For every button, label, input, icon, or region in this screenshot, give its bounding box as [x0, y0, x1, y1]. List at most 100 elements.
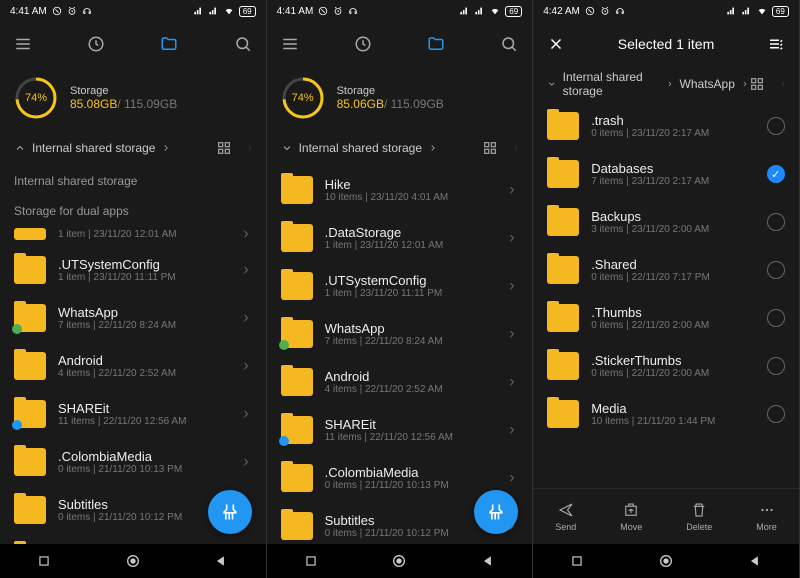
item-subtitle: 1 item | 23/11/20 12:01 AM [325, 240, 495, 251]
clean-fab[interactable] [208, 490, 252, 534]
list-item[interactable]: Android4 items | 22/11/20 2:52 AM [267, 358, 533, 406]
more-icon[interactable] [781, 76, 785, 92]
item-title: .trash [591, 113, 755, 128]
select-radio[interactable] [767, 117, 785, 135]
list-item[interactable]: .UTSystemConfig1 item | 23/11/20 11:11 P… [267, 262, 533, 310]
list-item[interactable]: WhatsApp7 items | 22/11/20 8:24 AM [0, 294, 266, 342]
nav-recent[interactable] [291, 549, 331, 573]
list-item[interactable]: Hike10 items | 23/11/20 4:01 AM [267, 166, 533, 214]
pane-1: 4:41 AM 69 74% Storage 85.08GB/ 115.09GB [0, 0, 267, 578]
list-item[interactable]: .Thumbs0 items | 22/11/20 2:00 AM [533, 294, 799, 342]
folder-icon [14, 228, 46, 240]
folder-icon [281, 224, 313, 252]
folder-icon [281, 416, 313, 444]
recent-tab-icon[interactable] [354, 35, 372, 53]
select-radio[interactable] [767, 405, 785, 423]
item-title: SHAREit [325, 417, 495, 432]
send-button[interactable]: Send [555, 501, 576, 532]
chevron-up-icon [14, 142, 26, 154]
files-tab-icon[interactable] [160, 35, 178, 53]
grid-view-icon[interactable] [216, 140, 232, 156]
navbar [267, 544, 533, 578]
nav-recent[interactable] [557, 549, 597, 573]
storage-total: / 115.09GB [384, 97, 444, 111]
menu-icon[interactable] [281, 35, 299, 53]
status-bar: 4:41 AM 69 [267, 0, 533, 22]
list-item[interactable]: .DataStorage1 item | 23/11/20 12:01 AM [267, 214, 533, 262]
chevron-right-icon [506, 280, 518, 292]
breadcrumb[interactable]: Internal shared storage [267, 130, 533, 166]
list-item[interactable]: .trash0 items | 23/11/20 2:17 AM [533, 102, 799, 150]
move-button[interactable]: Move [620, 501, 642, 532]
more-icon[interactable] [514, 140, 518, 156]
list-item[interactable]: Media10 items | 21/11/20 1:44 PM [533, 390, 799, 438]
select-radio[interactable] [767, 261, 785, 279]
item-title: .Thumbs [591, 305, 755, 320]
nav-home[interactable] [379, 549, 419, 573]
close-icon[interactable] [547, 35, 565, 53]
grid-view-icon[interactable] [482, 140, 498, 156]
item-subtitle: 0 items | 22/11/20 2:00 AM [591, 320, 755, 331]
list-item[interactable]: SHAREit11 items | 22/11/20 12:56 AM [267, 406, 533, 454]
list-item[interactable]: .ColombiaMedia0 items | 21/11/20 10:13 P… [0, 438, 266, 486]
list-item[interactable]: DCIM9 items | 21/11/20 1:29 PM [0, 534, 266, 544]
list-item[interactable]: Databases7 items | 23/11/20 2:17 AM [533, 150, 799, 198]
file-list-2[interactable]: Hike10 items | 23/11/20 4:01 AM.DataStor… [267, 166, 533, 544]
list-item[interactable]: .UTSystemConfig1 item | 23/11/20 11:11 P… [0, 246, 266, 294]
recent-tab-icon[interactable] [87, 35, 105, 53]
chevron-right-icon [428, 143, 438, 153]
delete-button[interactable]: Delete [686, 501, 712, 532]
clean-fab[interactable] [474, 490, 518, 534]
list-item[interactable]: 1 item | 23/11/20 12:01 AM [0, 226, 266, 246]
folder-icon [14, 400, 46, 428]
storage-label: Storage [337, 85, 444, 97]
nav-back[interactable] [735, 549, 775, 573]
grid-view-icon[interactable] [749, 76, 765, 92]
breadcrumb[interactable]: Internal shared storage [0, 130, 266, 166]
select-radio[interactable] [767, 165, 785, 183]
folder-icon [14, 304, 46, 332]
list-item[interactable]: Backups3 items | 23/11/20 2:00 AM [533, 198, 799, 246]
list-item[interactable]: .StickerThumbs0 items | 22/11/20 2:00 AM [533, 342, 799, 390]
nav-back[interactable] [201, 549, 241, 573]
pane-3: 4:42 AM 69 Selected 1 item Internal shar… [533, 0, 800, 578]
status-time: 4:41 AM [277, 6, 314, 17]
search-icon[interactable] [500, 35, 518, 53]
storage-card[interactable]: 74% Storage 85.08GB/ 115.09GB [0, 66, 266, 130]
breadcrumb[interactable]: Internal shared storage WhatsApp [533, 66, 799, 102]
folder-icon [281, 176, 313, 204]
chevron-right-icon [240, 228, 252, 240]
files-tab-icon[interactable] [427, 35, 445, 53]
battery-level: 69 [772, 6, 789, 17]
nav-recent[interactable] [24, 549, 64, 573]
more-button[interactable]: More [756, 501, 777, 532]
chevron-right-icon [240, 408, 252, 420]
chevron-right-icon [240, 264, 252, 276]
selection-actions: Send Move Delete More [533, 488, 799, 544]
headphones-icon [615, 6, 625, 16]
search-icon[interactable] [234, 35, 252, 53]
list-item[interactable]: .Shared0 items | 22/11/20 7:17 PM [533, 246, 799, 294]
storage-card[interactable]: 74% Storage 85.06GB/ 115.09GB [267, 66, 533, 130]
file-list-3[interactable]: .trash0 items | 23/11/20 2:17 AMDatabase… [533, 102, 799, 488]
storage-ring: 74% [14, 76, 58, 120]
headphones-icon [348, 6, 358, 16]
menu-icon[interactable] [14, 35, 32, 53]
signal-icon [193, 6, 204, 16]
chevron-down-icon [547, 78, 556, 90]
select-radio[interactable] [767, 309, 785, 327]
list-item[interactable]: SHAREit11 items | 22/11/20 12:56 AM [0, 390, 266, 438]
list-item[interactable]: WhatsApp7 items | 22/11/20 8:24 AM [267, 310, 533, 358]
chevron-right-icon [506, 472, 518, 484]
more-icon[interactable] [248, 140, 252, 156]
select-radio[interactable] [767, 357, 785, 375]
nav-home[interactable] [113, 549, 153, 573]
nav-back[interactable] [468, 549, 508, 573]
storage-label: Storage [70, 85, 177, 97]
nav-home[interactable] [646, 549, 686, 573]
folder-icon [547, 160, 579, 188]
select-all-icon[interactable] [767, 35, 785, 53]
list-item[interactable]: Android4 items | 22/11/20 2:52 AM [0, 342, 266, 390]
item-subtitle: 3 items | 23/11/20 2:00 AM [591, 224, 755, 235]
select-radio[interactable] [767, 213, 785, 231]
